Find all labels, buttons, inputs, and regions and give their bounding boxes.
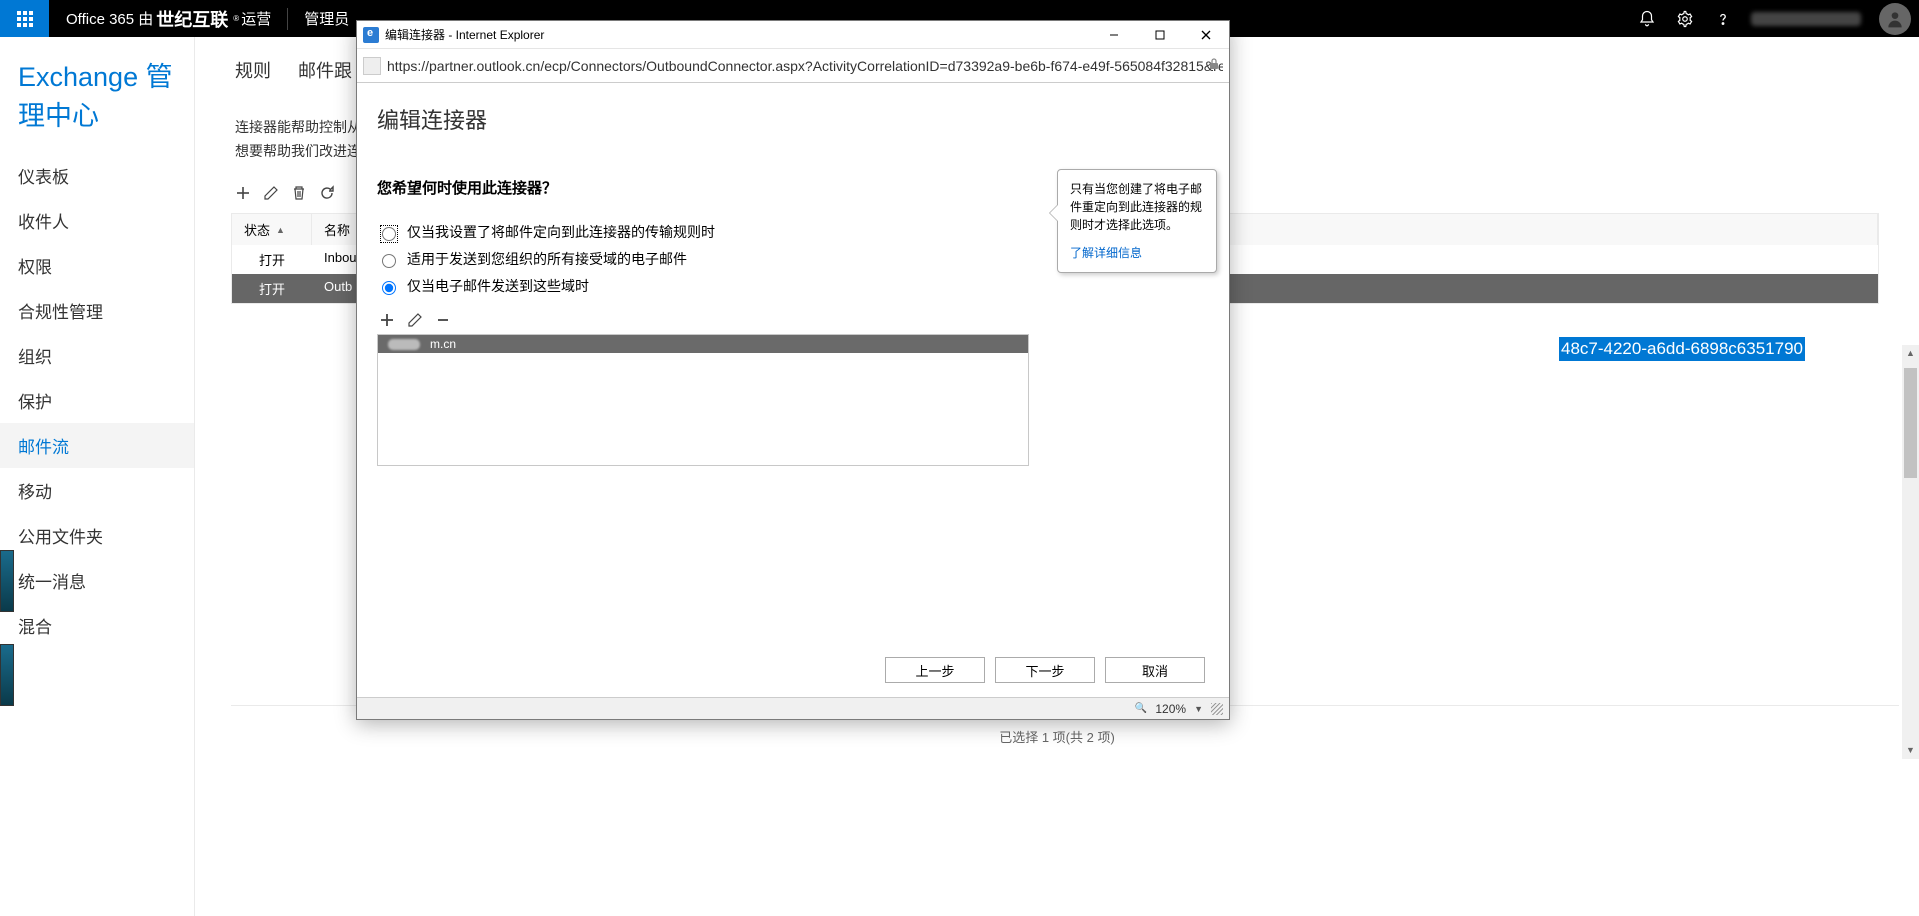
app-launcher-button[interactable] [0,0,49,37]
radio-option-domain[interactable]: 仅当电子邮件发送到这些域时 [377,276,1209,296]
callout-tail-icon [1049,204,1058,222]
maximize-button[interactable] [1137,21,1183,49]
zoom-icon[interactable]: 🔍 [1135,703,1147,714]
edit-button[interactable] [261,183,281,203]
brand-pre: Office 365 由 [66,8,153,29]
th-status[interactable]: 状态▲ [232,214,312,245]
info-callout: 只有当您创建了将电子邮件重定向到此连接器的规则时才选择此选项。 了解详细信息 [1057,169,1217,273]
sidebar-item[interactable]: 仪表板 [0,153,194,198]
url-text: https://partner.outlook.cn/ecp/Connector… [387,58,1223,74]
ie-popup-window: 编辑连接器 - Internet Explorer https://partne… [356,20,1230,720]
os-gadget-2 [0,644,14,706]
scroll-thumb[interactable] [1904,368,1917,478]
scroll-up-icon[interactable]: ▲ [1902,345,1919,362]
domain-list[interactable]: m.cn [377,334,1029,466]
lock-icon [1207,57,1221,74]
sort-asc-icon: ▲ [276,225,285,235]
cell-status: 打开 [232,245,312,274]
radio-input-rule[interactable] [382,227,396,241]
learn-more-link[interactable]: 了解详细信息 [1070,244,1142,262]
resize-grip-icon[interactable] [1211,703,1223,715]
close-button[interactable] [1183,21,1229,49]
next-button[interactable]: 下一步 [995,657,1095,683]
tab-trace[interactable]: 邮件跟 [298,61,352,81]
window-buttons [1091,21,1229,49]
radio-input-all[interactable] [382,254,396,268]
wizard-buttons: 上一步 下一步 取消 [885,657,1205,683]
popup-title-text: 编辑连接器 - Internet Explorer [385,26,544,43]
sidebar-item[interactable]: 移动 [0,468,194,513]
cancel-button[interactable]: 取消 [1105,657,1205,683]
sidebar-item[interactable]: 公用文件夹 [0,513,194,558]
callout-text: 只有当您创建了将电子邮件重定向到此连接器的规则时才选择此选项。 [1070,182,1202,232]
refresh-button[interactable] [317,183,337,203]
radio-input-domain[interactable] [382,281,396,295]
suite-role: 管理员 [304,8,349,29]
detail-panel: 48c7-4220-a6dd-6898c6351790 [1559,337,1899,361]
popup-body: 编辑连接器 您希望何时使用此连接器？ 仅当我设置了将邮件定向到此连接器的传输规则… [357,83,1229,697]
waffle-icon [17,11,33,27]
ie-status-bar: 🔍 120% ▼ [357,697,1229,719]
sidebar-item[interactable]: 混合 [0,603,194,648]
cell-status: 打开 [232,274,312,303]
highlighted-guid[interactable]: 48c7-4220-a6dd-6898c6351790 [1559,337,1805,361]
add-button[interactable] [233,183,253,203]
domain-remove-button[interactable] [433,310,453,330]
sidebar-item[interactable]: 组织 [0,333,194,378]
sidebar-item[interactable]: 权限 [0,243,194,288]
sidebar-item[interactable]: 收件人 [0,198,194,243]
minimize-button[interactable] [1091,21,1137,49]
ie-favicon-icon [363,27,379,43]
sidebar-item[interactable]: 统一消息 [0,558,194,603]
domain-add-button[interactable] [377,310,397,330]
settings-icon[interactable] [1675,9,1695,29]
suite-brand: Office 365 由 世纪互联 ® 运营 [66,6,271,32]
detail-scrollbar[interactable]: ▲ ▼ [1902,362,1919,742]
selection-status: 已选择 1 项(共 2 项) [195,727,1919,746]
sidebar-item[interactable]: 邮件流 [0,423,194,468]
exchange-heading: Exchange 管理中心 [0,39,194,153]
left-nav: Exchange 管理中心 仪表板收件人权限合规性管理组织保护邮件流移动公用文件… [0,37,195,916]
user-name-blurred [1751,12,1861,26]
domain-edit-button[interactable] [405,310,425,330]
tab-rules[interactable]: 规则 [235,61,271,81]
sidebar-item[interactable]: 合规性管理 [0,288,194,333]
popup-titlebar[interactable]: 编辑连接器 - Internet Explorer [357,21,1229,49]
domain-blurred [388,339,420,350]
address-bar[interactable]: https://partner.outlook.cn/ecp/Connector… [357,49,1229,83]
brand-registered: ® [233,14,239,23]
brand-big: 世纪互联 [156,6,228,32]
zoom-level[interactable]: 120% [1155,702,1186,716]
domain-toolbar [377,310,1209,330]
help-icon[interactable] [1713,9,1733,29]
brand-post: 运营 [241,8,271,29]
suite-divider [287,8,288,30]
notifications-icon[interactable] [1637,9,1657,29]
delete-button[interactable] [289,183,309,203]
sidebar-item[interactable]: 保护 [0,378,194,423]
back-button[interactable]: 上一步 [885,657,985,683]
wizard-heading: 编辑连接器 [377,103,1209,135]
suite-right [1637,0,1919,37]
user-avatar[interactable] [1879,3,1911,35]
domain-text: m.cn [430,337,456,351]
site-icon [363,57,381,75]
domain-list-item[interactable]: m.cn [378,335,1028,353]
zoom-dropdown-icon[interactable]: ▼ [1194,704,1203,714]
os-gadget-1 [0,550,14,612]
